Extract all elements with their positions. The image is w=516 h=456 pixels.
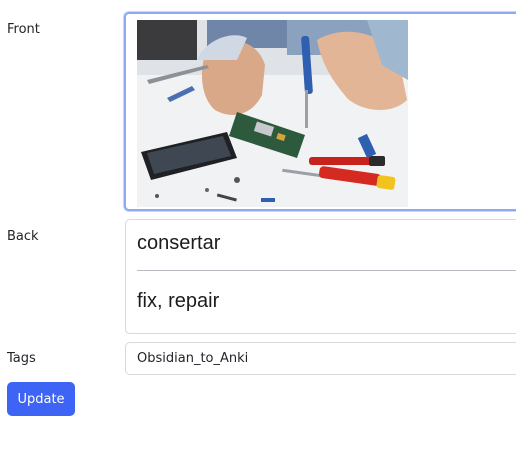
front-label: Front — [7, 22, 40, 37]
back-divider — [137, 270, 516, 271]
tags-label: Tags — [7, 351, 36, 366]
back-term: consertar — [137, 232, 221, 254]
phone-repair-image — [137, 20, 408, 207]
back-translation: fix, repair — [137, 290, 220, 312]
tag-value: Obsidian_to_Anki — [137, 351, 249, 366]
tags-input[interactable]: Obsidian_to_Anki — [125, 342, 516, 375]
back-field[interactable]: consertar fix, repair — [125, 219, 516, 334]
front-field[interactable] — [124, 12, 516, 211]
back-label: Back — [7, 229, 39, 244]
update-button[interactable]: Update — [7, 382, 75, 416]
note-editor: Front Back consertar fix, repair Tags Ob… — [0, 0, 516, 456]
